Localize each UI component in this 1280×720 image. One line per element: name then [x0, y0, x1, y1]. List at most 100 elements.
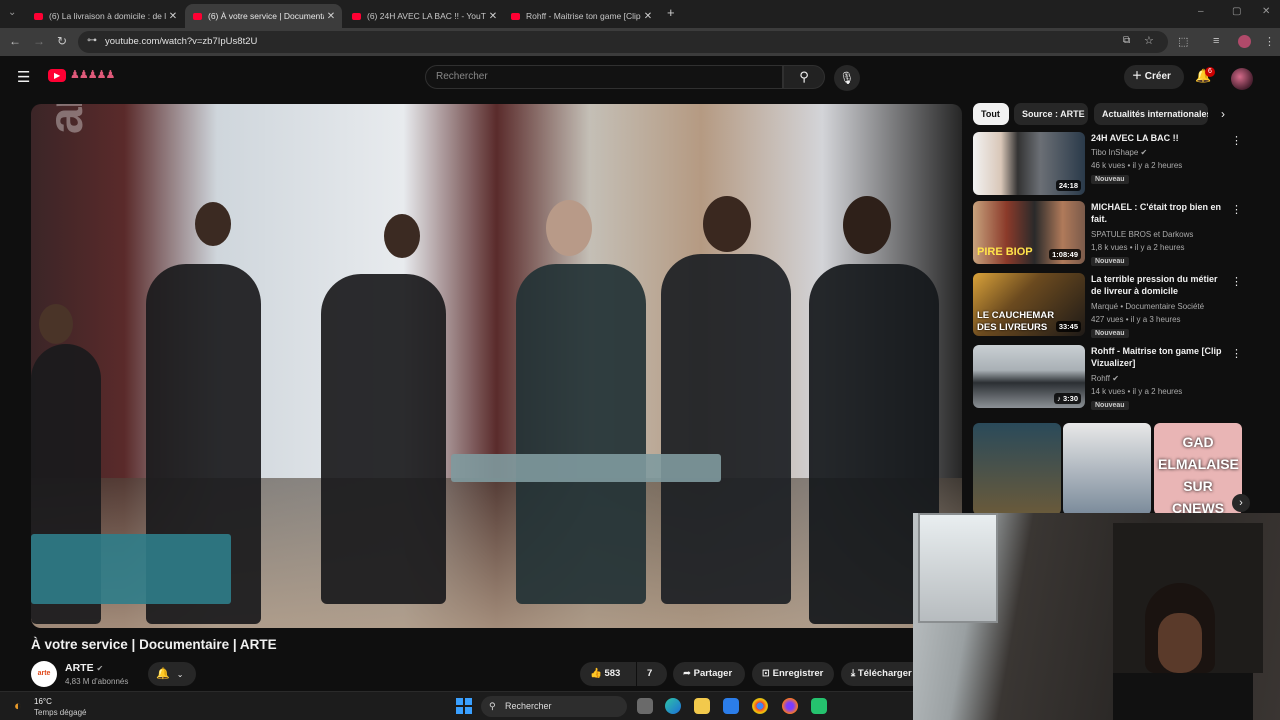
recommendation-channel[interactable]: Tibo InShape ✔ — [1091, 148, 1147, 157]
recommendation-channel[interactable]: SPATULE BROS et Darkows — [1091, 230, 1193, 239]
close-window-icon[interactable]: ✕ — [1262, 6, 1270, 17]
chip-source-arte[interactable]: Source : ARTE — [1014, 103, 1088, 125]
close-tab-icon[interactable]: ✕ — [166, 11, 180, 22]
plus-icon: ＋ — [1132, 71, 1142, 82]
dislike-button[interactable]: 7 — [637, 662, 667, 686]
more-options-icon[interactable]: ⋮ — [1231, 275, 1242, 288]
more-options-icon[interactable]: ⋮ — [1231, 347, 1242, 360]
subscription-bell-button[interactable]: 🔔 ⌄ — [148, 662, 196, 686]
media-controls-icon[interactable]: ≡ — [1213, 35, 1219, 47]
recommendation-item[interactable]: ♪ 3:30 Rohff - Maitrise ton game [Clip V… — [973, 345, 1243, 410]
video-table — [451, 454, 721, 482]
thumbnail-text: PIRE BIOP — [977, 246, 1033, 258]
recommendation-title[interactable]: Rohff - Maitrise ton game [Clip Vizualiz… — [1091, 345, 1225, 369]
channel-name-text: Rohff — [1091, 374, 1110, 383]
video-figure-head — [39, 304, 73, 344]
subscriber-count: 4,83 M d'abonnés — [65, 677, 129, 686]
tab-title: (6) La livraison à domicile : de l' — [49, 11, 166, 21]
search-placeholder: Rechercher — [436, 71, 488, 82]
close-tab-icon[interactable]: ✕ — [641, 11, 655, 22]
chip-all[interactable]: Tout — [973, 103, 1009, 125]
browser-tab-1[interactable]: (6) La livraison à domicile : de l' ✕ — [26, 4, 184, 28]
profile-avatar-icon[interactable] — [1238, 35, 1251, 48]
create-button[interactable]: ＋ Créer — [1124, 65, 1184, 89]
task-view-icon[interactable] — [637, 698, 653, 714]
shorts-next-icon[interactable]: › — [1232, 494, 1250, 512]
store-icon[interactable] — [723, 698, 739, 714]
chrome-icon[interactable] — [752, 698, 768, 714]
weather-description[interactable]: Temps dégagé — [34, 708, 86, 717]
extensions-icon[interactable]: ⬚ — [1178, 35, 1188, 48]
reload-icon[interactable]: ↻ — [57, 34, 67, 48]
firefox-icon[interactable] — [782, 698, 798, 714]
doodle-figures-icon: ♟♟♟♟♟ — [70, 69, 115, 81]
close-tab-icon[interactable]: ✕ — [486, 11, 500, 22]
edge-icon[interactable] — [665, 698, 681, 714]
recommendation-channel[interactable]: Marqué • Documentaire Société — [1091, 302, 1204, 311]
video-thumbnail[interactable]: LE CAUCHEMAR DES LIVREURS 33:45 — [973, 273, 1085, 336]
video-player[interactable]: arte — [31, 104, 962, 628]
url-text: youtube.com/watch?v=zb7IpUs8t2U — [105, 36, 258, 47]
video-thumbnail[interactable]: ♪ 3:30 — [973, 345, 1085, 408]
hamburger-menu-icon[interactable]: ☰ — [17, 68, 30, 86]
recommendation-title[interactable]: MICHAEL : C'était trop bien en fait. — [1091, 201, 1225, 225]
shorts-thumbnail[interactable] — [1063, 423, 1151, 515]
voice-search-button[interactable]: 🎙 — [834, 65, 860, 91]
channel-avatar[interactable]: arte — [31, 661, 57, 687]
more-options-icon[interactable]: ⋮ — [1231, 203, 1242, 216]
recommendation-title[interactable]: 24H AVEC LA BAC !! — [1091, 132, 1225, 144]
recommendation-item[interactable]: PIRE BIOP 1:08:49 MICHAEL : C'était trop… — [973, 201, 1243, 266]
recommendation-item[interactable]: 24:18 24H AVEC LA BAC !! Tibo InShape ✔ … — [973, 132, 1243, 196]
youtube-logo-icon[interactable]: ▶ — [48, 69, 66, 82]
windows-start-icon[interactable] — [456, 698, 472, 714]
weather-temperature[interactable]: 16°C — [34, 697, 52, 706]
recommendation-meta: 1,8 k vues • il y a 2 heures — [1091, 243, 1185, 252]
site-info-icon[interactable]: ⊶ — [87, 35, 97, 46]
browser-tab-3[interactable]: (6) 24H AVEC LA BAC !! - YouTu ✕ — [344, 4, 504, 28]
search-input[interactable]: Rechercher — [425, 65, 783, 89]
video-figure — [321, 274, 446, 604]
tab-search-icon[interactable]: ⌄ — [8, 7, 16, 18]
video-thumbnail[interactable]: 24:18 — [973, 132, 1085, 195]
video-figure-head — [195, 202, 231, 246]
video-thumbnail[interactable]: PIRE BIOP 1:08:49 — [973, 201, 1085, 264]
browser-menu-icon[interactable]: ⋮ — [1264, 35, 1275, 48]
user-avatar[interactable] — [1231, 68, 1253, 90]
recommendation-title[interactable]: La terrible pression du métier de livreu… — [1091, 273, 1225, 297]
taskbar-search[interactable]: ⚲ Rechercher — [481, 696, 627, 717]
recommendation-item[interactable]: LE CAUCHEMAR DES LIVREURS 33:45 La terri… — [973, 273, 1243, 338]
back-icon[interactable]: ← — [9, 34, 21, 48]
new-badge: Nouveau — [1091, 257, 1129, 266]
maximize-icon[interactable]: ▢ — [1232, 6, 1241, 17]
channel-name[interactable]: ARTE ✔ — [65, 662, 103, 674]
shorts-thumbnail[interactable]: GAD ELMALAISE SUR CNEWS — [1154, 423, 1242, 515]
browser-tab-4[interactable]: Rohff - Maitrise ton game [Clip ✕ — [503, 4, 659, 28]
search-button[interactable]: ⚲ — [783, 65, 825, 89]
more-options-icon[interactable]: ⋮ — [1231, 134, 1242, 147]
new-tab-icon[interactable]: + — [667, 5, 675, 20]
bookmark-star-icon[interactable]: ☆ — [1144, 34, 1154, 47]
taskbar-search-label: Rechercher — [505, 701, 552, 711]
weather-icon[interactable]: ◐ — [14, 698, 22, 713]
shorts-thumbnail[interactable] — [973, 423, 1061, 515]
download-button[interactable]: ⤓ Télécharger — [841, 662, 913, 686]
file-explorer-icon[interactable] — [694, 698, 710, 714]
search-icon: ⚲ — [799, 69, 809, 84]
tab-title: (6) 24H AVEC LA BAC !! - YouTu — [367, 11, 486, 21]
recommendation-channel[interactable]: Rohff ✔ — [1091, 374, 1119, 383]
chevron-right-icon[interactable]: › — [1221, 107, 1225, 121]
share-button[interactable]: ➦ Partager — [673, 662, 745, 686]
save-button[interactable]: ⊡ Enregistrer — [752, 662, 834, 686]
minimize-icon[interactable]: – — [1198, 6, 1204, 17]
chip-international-news[interactable]: Actualités internationales — [1094, 103, 1208, 125]
whatsapp-icon[interactable] — [811, 698, 827, 714]
video-figure — [516, 264, 646, 604]
webcam-person-face — [1158, 613, 1202, 673]
address-bar[interactable]: ⊶ youtube.com/watch?v=zb7IpUs8t2U ⧉ ☆ — [78, 31, 1168, 53]
browser-tab-2[interactable]: (6) À votre service | Documenta ✕ — [185, 4, 342, 28]
forward-icon[interactable]: → — [33, 34, 45, 48]
close-tab-icon[interactable]: ✕ — [324, 11, 338, 22]
install-icon[interactable]: ⧉ — [1123, 35, 1130, 46]
like-button[interactable]: 👍 583 — [580, 662, 636, 686]
share-icon: ➦ — [683, 668, 691, 679]
